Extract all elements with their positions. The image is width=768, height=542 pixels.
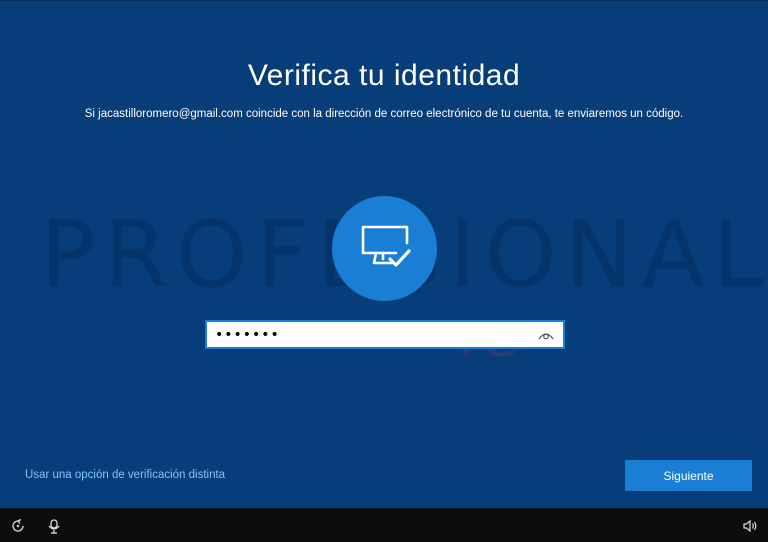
monitor-check-avatar	[332, 196, 437, 301]
verification-code-field[interactable]	[205, 320, 565, 349]
alternate-verification-link[interactable]: Usar una opción de verificación distinta	[25, 469, 225, 481]
volume-icon[interactable]	[742, 518, 758, 534]
code-input[interactable]	[215, 326, 537, 343]
page-subtitle: Si jacastilloromero@gmail.com coincide c…	[84, 108, 684, 120]
ease-of-access-icon[interactable]	[10, 518, 26, 534]
next-button[interactable]: Siguiente	[625, 460, 752, 491]
page-title: Verifica tu identidad	[247, 59, 521, 92]
monitor-check-icon	[358, 223, 412, 274]
identity-verification-screen: PROFESIONAL re Verifica tu identidad Si …	[0, 0, 768, 508]
taskbar	[0, 508, 768, 542]
microphone-icon[interactable]	[46, 518, 62, 534]
eye-icon[interactable]	[537, 328, 555, 342]
